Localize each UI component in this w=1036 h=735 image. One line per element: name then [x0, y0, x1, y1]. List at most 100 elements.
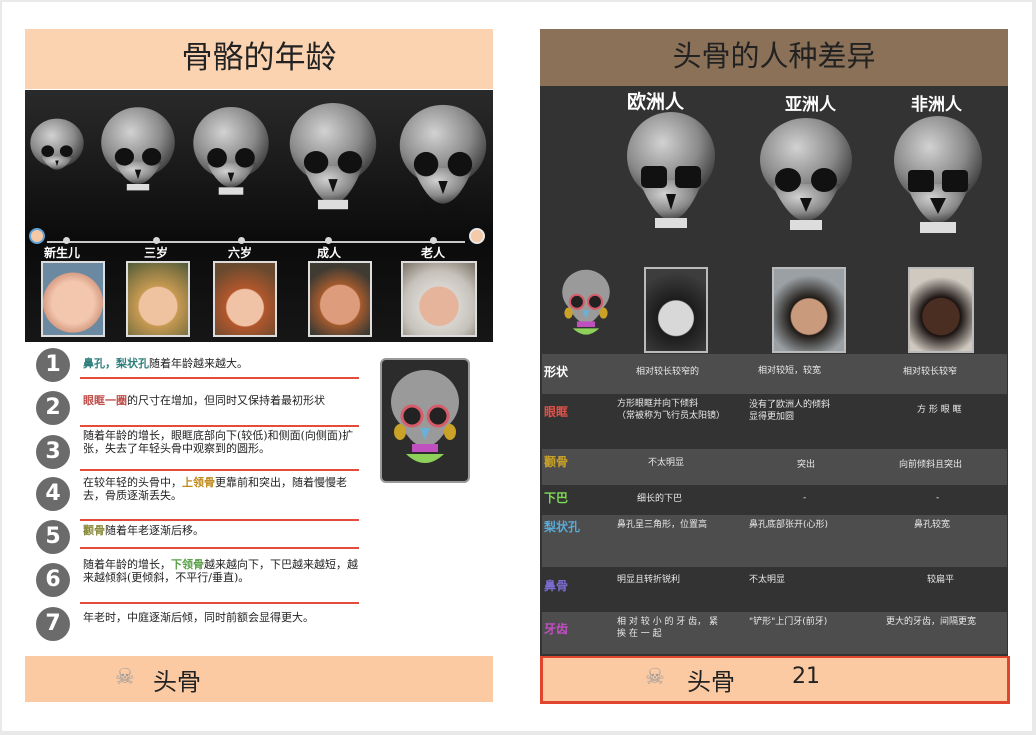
- cell-orbit-asian: 没有了欧洲人的倾斜 显得更加圆: [749, 400, 831, 422]
- skull-six-year-image: [193, 106, 269, 195]
- cell-shape-european: 相对较长较窄的: [636, 367, 700, 377]
- face-six-photo: [213, 261, 277, 337]
- skull-elder-image: [399, 104, 487, 215]
- colored-skull-image: [391, 370, 459, 463]
- item-divider: [80, 547, 359, 549]
- portrait-asian-photo: [772, 267, 846, 353]
- cell-nasal-asian: 不太明显: [749, 575, 786, 585]
- cell-piriform-asian: 鼻孔底部张开(心形): [749, 520, 829, 530]
- row-label-orbit: 眼眶: [544, 405, 569, 419]
- item-5-text: 随着年老逐渐后移。: [105, 524, 204, 537]
- age-timeline: [47, 241, 465, 243]
- race-header-asian: 亚洲人: [785, 95, 836, 115]
- page-title-left: 骨骼的年龄: [25, 29, 493, 89]
- portrait-european-photo: [644, 267, 708, 353]
- age-label-three: 三岁: [144, 246, 169, 260]
- age-label-six: 六岁: [228, 246, 253, 260]
- colored-skull-small-image: [562, 269, 610, 335]
- item-divider: [80, 377, 359, 379]
- item-6-text-a: 随着年龄的增长，: [83, 558, 171, 571]
- skull-newborn-image: [30, 118, 84, 170]
- skull-icon: ☠: [645, 665, 665, 690]
- timeline-dot: [430, 237, 437, 244]
- item-1-highlight: 鼻孔，梨状孔: [83, 357, 149, 370]
- item-4-highlight: 上领骨: [182, 476, 215, 489]
- skull-european-image: [627, 112, 715, 228]
- item-number-6: 6: [36, 563, 70, 597]
- row-label-chin: 下巴: [544, 491, 569, 505]
- face-adult-photo: [308, 261, 372, 337]
- cell-teeth-african: 更大的牙齿，间隔更宽: [886, 617, 977, 627]
- item-divider: [80, 519, 359, 521]
- age-label-adult: 成人: [317, 246, 342, 260]
- cell-zygomatic-european: 不太明显: [648, 458, 685, 468]
- item-5-highlight: 颧骨: [83, 524, 105, 537]
- item-text-7: 年老时，中庭逐渐后倾，同时前额会显得更大。: [83, 611, 314, 624]
- skull-african-image: [894, 116, 982, 233]
- skull-adult-image: [289, 103, 377, 210]
- face-three-photo: [126, 261, 190, 337]
- item-2-text: 的尺寸在增加，但同时又保持着最初形状: [127, 394, 325, 407]
- portrait-african-photo: [908, 267, 974, 353]
- age-label-elder: 老人: [421, 246, 446, 260]
- age-label-newborn: 新生儿: [44, 246, 81, 260]
- cell-orbit-african: 方 形 眼 眶: [917, 405, 962, 415]
- page-number: 21: [792, 664, 820, 689]
- item-text-1: 鼻孔，梨状孔随着年龄越来越大。: [83, 357, 361, 370]
- skull-icon: ☠: [115, 665, 135, 690]
- timeline-dot: [153, 237, 160, 244]
- item-number-4: 4: [36, 477, 70, 511]
- item-divider: [80, 602, 359, 604]
- row-label-zygomatic: 颧骨: [544, 455, 569, 469]
- cell-shape-asian: 相对较短，较宽: [758, 366, 822, 376]
- cell-shape-african: 相对较长较窄: [903, 367, 958, 377]
- page-footer-right: [540, 656, 1010, 704]
- row-label-teeth: 牙齿: [544, 622, 569, 636]
- elder-icon: [469, 228, 485, 244]
- face-newborn-photo: [41, 261, 105, 337]
- item-6-highlight: 下领骨: [171, 558, 204, 571]
- footer-label-left: 头骨: [153, 668, 201, 696]
- timeline-dot: [325, 237, 332, 244]
- cell-chin-african: -: [936, 493, 940, 503]
- item-divider: [80, 469, 359, 471]
- timeline-dot: [238, 237, 245, 244]
- skull-three-year-image: [101, 107, 175, 191]
- cell-zygomatic-asian: 突出: [797, 460, 816, 470]
- cell-teeth-european: 相 对 较 小 的 牙 齿， 紧 挨 在 一 起: [617, 617, 719, 639]
- cell-chin-asian: -: [803, 493, 807, 503]
- item-text-6: 随着年龄的增长，下领骨越来越向下，下巴越来越短，越来越倾斜(更倾斜，不平行/垂直…: [83, 558, 361, 584]
- row-label-piriform: 梨状孔: [544, 520, 581, 534]
- face-elder-photo: [401, 261, 477, 337]
- cell-piriform-european: 鼻孔呈三角形，位置高: [617, 520, 708, 530]
- cell-orbit-european: 方形眼眶并向下倾斜 （常被称为飞行员太阳镜）: [617, 399, 726, 421]
- cell-chin-european: 细长的下巴: [637, 494, 683, 504]
- item-number-3: 3: [36, 435, 70, 469]
- item-text-5: 颧骨随着年老逐渐后移。: [83, 524, 361, 537]
- cell-nasal-european: 明显且转折锐利: [617, 575, 681, 585]
- item-divider: [80, 425, 359, 427]
- colored-skull-thumbnail: [380, 358, 470, 483]
- item-number-2: 2: [36, 391, 70, 425]
- item-2-highlight: 眼眶一圈: [83, 394, 127, 407]
- race-header-african: 非洲人: [911, 95, 962, 115]
- item-4-text-a: 在较年轻的头骨中，: [83, 476, 182, 489]
- cell-zygomatic-african: 向前倾斜且突出: [899, 460, 963, 470]
- skull-asian-image: [760, 118, 852, 230]
- item-text-3: 随着年龄的增长，眼眶底部向下(较低)和侧面(向侧面)扩张，失去了年轻头骨中观察到…: [83, 429, 354, 455]
- item-text-2: 眼眶一圈的尺寸在增加，但同时又保持着最初形状: [83, 394, 361, 407]
- cell-piriform-african: 鼻孔较宽: [914, 520, 951, 530]
- page-title-right: 头骨的人种差异: [540, 29, 1008, 86]
- item-text-4: 在较年轻的头骨中，上领骨更靠前和突出，随着慢慢老去，骨质逐渐丢失。: [83, 476, 361, 502]
- page-footer-left: [25, 656, 493, 702]
- item-1-text: 随着年龄越来越大。: [149, 357, 248, 370]
- item-number-1: 1: [36, 348, 70, 382]
- item-number-5: 5: [36, 520, 70, 554]
- timeline-dot: [63, 237, 70, 244]
- cell-nasal-african: 较扁平: [927, 575, 955, 585]
- footer-label-right: 头骨: [687, 668, 735, 696]
- cell-teeth-asian: "铲形"上门牙(前牙): [749, 617, 828, 627]
- baby-icon: [29, 228, 45, 244]
- row-label-shape: 形状: [544, 365, 569, 379]
- item-number-7: 7: [36, 607, 70, 641]
